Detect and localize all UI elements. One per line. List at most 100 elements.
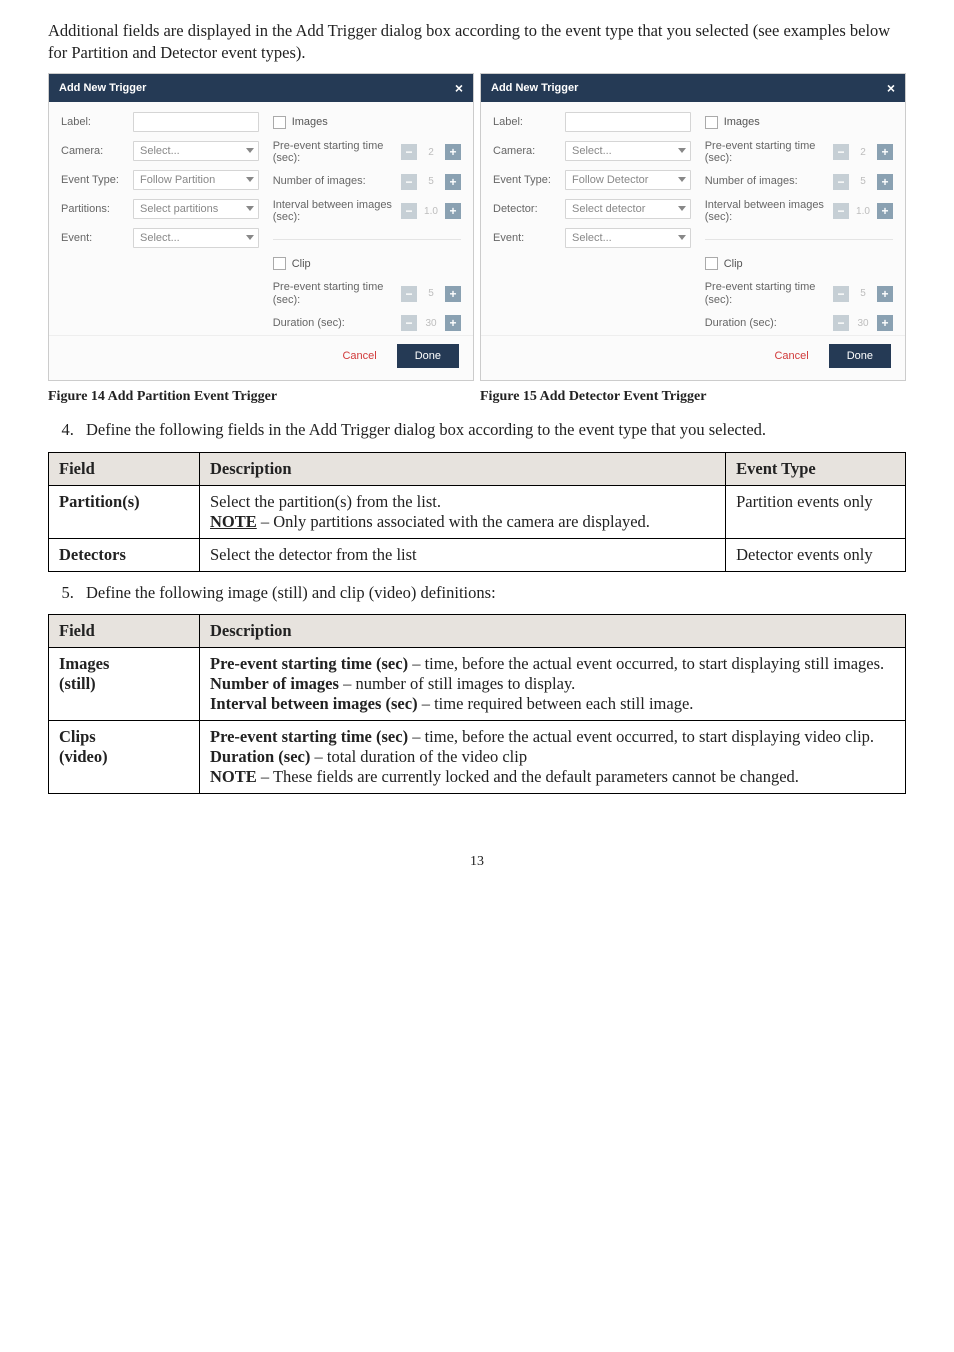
interval-label: Interval between images (sec):	[273, 199, 395, 224]
dialog-partition: Add New Trigger × Label: Camera: Select.…	[48, 73, 474, 382]
partitions-label: Partitions:	[61, 203, 127, 215]
pre-event-clip-value: 5	[420, 288, 442, 299]
plus-icon[interactable]: +	[445, 144, 461, 160]
page-number: 13	[48, 854, 906, 870]
minus-icon[interactable]: −	[401, 315, 417, 331]
minus-icon[interactable]: −	[833, 144, 849, 160]
table-cell: Clips(video)	[49, 720, 200, 793]
plus-icon[interactable]: +	[445, 203, 461, 219]
interval-value: 1.0	[420, 206, 442, 217]
table-cell: Detector events only	[726, 538, 906, 571]
fields-table-2: Field Description Images(still) Pre-even…	[48, 614, 906, 794]
pre-event-clip-value: 5	[852, 288, 874, 299]
plus-icon[interactable]: +	[877, 315, 893, 331]
figure-14-caption: Figure 14 Add Partition Event Trigger	[48, 389, 474, 405]
duration-label: Duration (sec):	[273, 317, 395, 330]
duration-label: Duration (sec):	[705, 317, 827, 330]
clip-checkbox[interactable]	[705, 257, 718, 270]
pre-event-images-value: 2	[852, 147, 874, 158]
done-button[interactable]: Done	[829, 344, 891, 368]
minus-icon[interactable]: −	[833, 315, 849, 331]
table-cell: Select the detector from the list	[200, 538, 726, 571]
label-label: Label:	[61, 116, 127, 128]
dialog-detector: Add New Trigger × Label: Camera: Select.…	[480, 73, 906, 382]
close-icon[interactable]: ×	[455, 80, 463, 96]
table-header: Field	[49, 614, 200, 647]
label-input[interactable]	[133, 112, 259, 132]
camera-label: Camera:	[493, 145, 559, 157]
plus-icon[interactable]: +	[445, 174, 461, 190]
camera-select[interactable]: Select...	[565, 141, 691, 161]
event-type-select[interactable]: Follow Partition	[133, 170, 259, 190]
num-images-value: 5	[852, 176, 874, 187]
table-header: Field	[49, 452, 200, 485]
table-cell: Partition(s)	[49, 485, 200, 538]
plus-icon[interactable]: +	[877, 144, 893, 160]
images-checkbox[interactable]	[705, 116, 718, 129]
event-type-select[interactable]: Follow Detector	[565, 170, 691, 190]
minus-icon[interactable]: −	[833, 286, 849, 302]
event-label: Event:	[61, 232, 127, 244]
event-select[interactable]: Select...	[565, 228, 691, 248]
close-icon[interactable]: ×	[887, 80, 895, 96]
partitions-select[interactable]: Select partitions	[133, 199, 259, 219]
table-header: Event Type	[726, 452, 906, 485]
label-input[interactable]	[565, 112, 691, 132]
chevron-down-icon	[246, 148, 254, 153]
images-checkbox[interactable]	[273, 116, 286, 129]
pre-event-clip-label: Pre-event starting time (sec):	[705, 281, 827, 306]
interval-value: 1.0	[852, 206, 874, 217]
chevron-down-icon	[678, 148, 686, 153]
clip-chk-label: Clip	[292, 258, 311, 270]
table-header: Description	[200, 452, 726, 485]
event-select[interactable]: Select...	[133, 228, 259, 248]
table-cell: Partition events only	[726, 485, 906, 538]
images-chk-label: Images	[292, 116, 328, 128]
duration-value: 30	[420, 318, 442, 329]
clip-chk-label: Clip	[724, 258, 743, 270]
cancel-button[interactable]: Cancel	[332, 344, 386, 368]
num-images-label: Number of images:	[273, 175, 395, 188]
pre-event-images-value: 2	[420, 147, 442, 158]
clip-checkbox[interactable]	[273, 257, 286, 270]
cancel-button[interactable]: Cancel	[764, 344, 818, 368]
minus-icon[interactable]: −	[833, 203, 849, 219]
table-cell: Detectors	[49, 538, 200, 571]
event-label: Event:	[493, 232, 559, 244]
intro-paragraph: Additional fields are displayed in the A…	[48, 20, 906, 65]
interval-label: Interval between images (sec):	[705, 199, 827, 224]
fields-table-1: Field Description Event Type Partition(s…	[48, 452, 906, 572]
num-images-label: Number of images:	[705, 175, 827, 188]
chevron-down-icon	[678, 235, 686, 240]
plus-icon[interactable]: +	[877, 174, 893, 190]
chevron-down-icon	[678, 177, 686, 182]
pre-event-images-label: Pre-event starting time (sec):	[705, 140, 827, 165]
plus-icon[interactable]: +	[445, 286, 461, 302]
dialog-title: Add New Trigger	[491, 82, 578, 94]
minus-icon[interactable]: −	[401, 144, 417, 160]
minus-icon[interactable]: −	[401, 203, 417, 219]
chevron-down-icon	[246, 177, 254, 182]
plus-icon[interactable]: +	[877, 286, 893, 302]
chevron-down-icon	[246, 206, 254, 211]
plus-icon[interactable]: +	[877, 203, 893, 219]
images-chk-label: Images	[724, 116, 760, 128]
camera-select[interactable]: Select...	[133, 141, 259, 161]
event-type-label: Event Type:	[61, 174, 127, 186]
done-button[interactable]: Done	[397, 344, 459, 368]
table-header: Description	[200, 614, 906, 647]
step-4: Define the following fields in the Add T…	[78, 419, 906, 441]
pre-event-clip-label: Pre-event starting time (sec):	[273, 281, 395, 306]
step-5: Define the following image (still) and c…	[78, 582, 906, 604]
chevron-down-icon	[678, 206, 686, 211]
minus-icon[interactable]: −	[401, 286, 417, 302]
minus-icon[interactable]: −	[833, 174, 849, 190]
plus-icon[interactable]: +	[445, 315, 461, 331]
figure-15-caption: Figure 15 Add Detector Event Trigger	[480, 389, 906, 405]
label-label: Label:	[493, 116, 559, 128]
minus-icon[interactable]: −	[401, 174, 417, 190]
dialog-title: Add New Trigger	[59, 82, 146, 94]
table-cell: Images(still)	[49, 647, 200, 720]
pre-event-images-label: Pre-event starting time (sec):	[273, 140, 395, 165]
detector-select[interactable]: Select detector	[565, 199, 691, 219]
